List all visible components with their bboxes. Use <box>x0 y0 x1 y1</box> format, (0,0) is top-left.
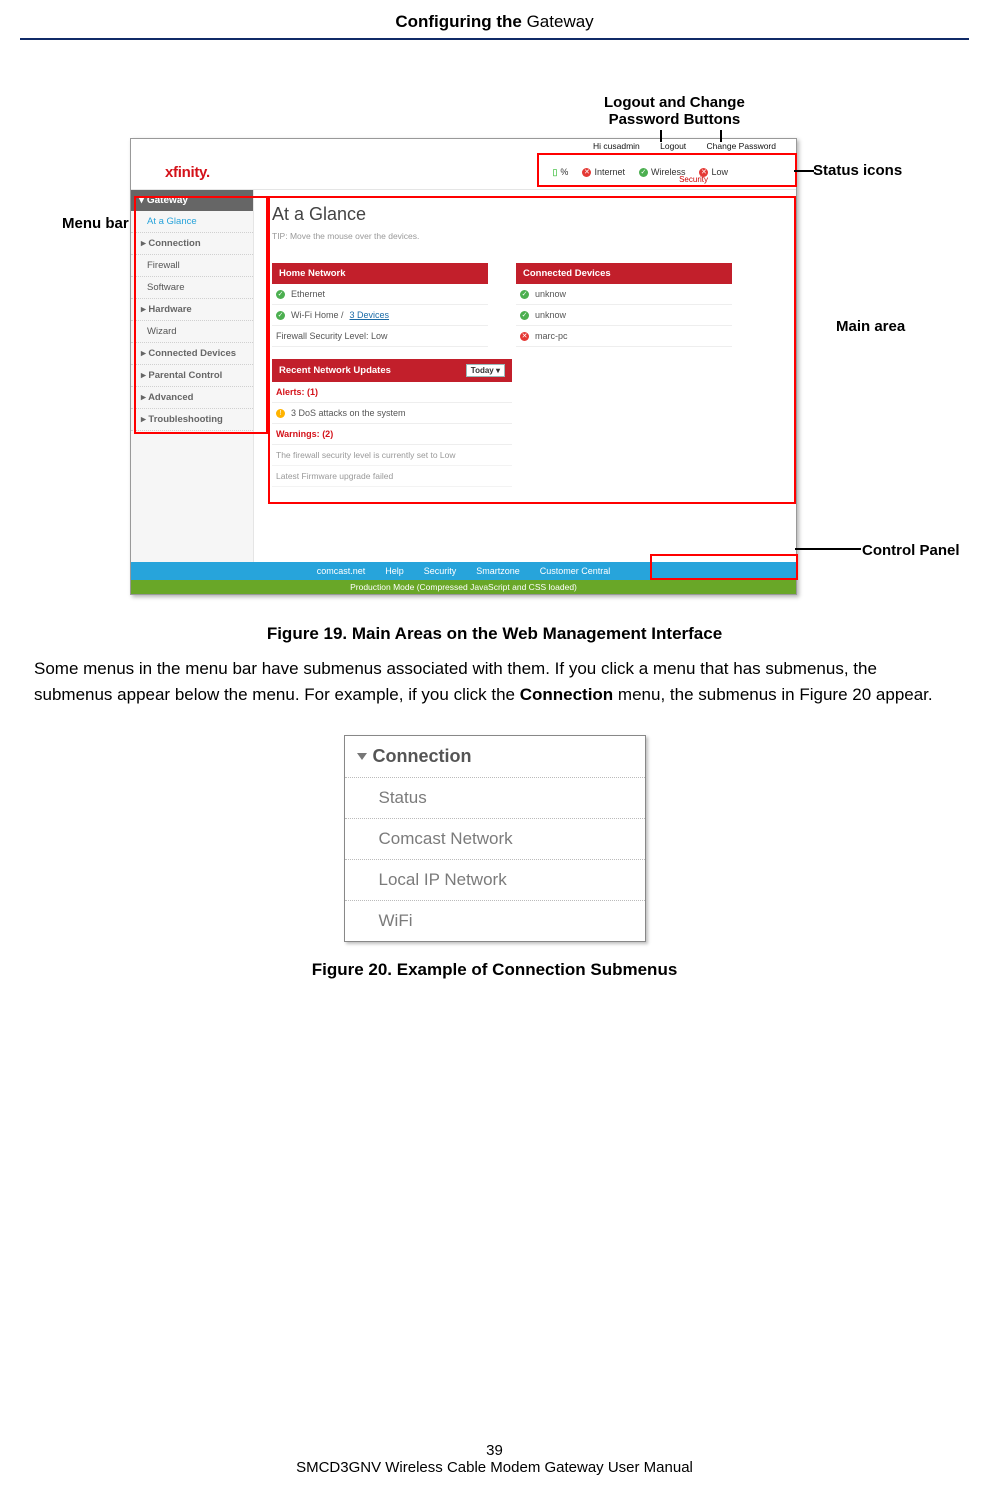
anno-logout: Logout and Change Password Buttons <box>604 94 745 129</box>
cp-comcast[interactable]: comcast.net <box>317 566 366 576</box>
page-footer: 39 SMCD3GNV Wireless Cable Modem Gateway… <box>0 1442 989 1476</box>
body-paragraph: Some menus in the menu bar have submenus… <box>34 656 939 707</box>
sidebar-item-parental-control[interactable]: ▸ Parental Control <box>131 365 253 387</box>
status-bar: ▯% ✕Internet ✓Wireless ✕Low <box>552 160 796 184</box>
hn-ethernet-row: ✓Ethernet <box>272 284 488 305</box>
status-security: Security <box>679 175 708 184</box>
figure-20-caption: Figure 20. Example of Connection Submenu… <box>20 960 969 980</box>
status-internet: ✕Internet <box>582 167 625 177</box>
cp-help[interactable]: Help <box>385 566 404 576</box>
cp-customer-central[interactable]: Customer Central <box>540 566 611 576</box>
anno-status-icons: Status icons <box>813 162 902 179</box>
header-bold: Configuring the <box>395 12 522 31</box>
alert-1: !3 DoS attacks on the system <box>272 403 512 424</box>
cp-smartzone[interactable]: Smartzone <box>476 566 520 576</box>
check-icon: ✓ <box>639 168 648 177</box>
connected-devices-header: Connected Devices <box>516 263 732 284</box>
sidebar-item-firewall[interactable]: Firewall <box>131 255 253 277</box>
status-pct: ▯% <box>552 167 568 178</box>
figure-20-submenu: Connection Status Comcast Network Local … <box>344 735 646 942</box>
submenu-item-wifi[interactable]: WiFi <box>345 901 645 941</box>
main-title: At a Glance <box>272 204 778 225</box>
check-icon: ✓ <box>276 311 285 320</box>
figure-19-container: Logout and Change Password Buttons Statu… <box>20 100 969 620</box>
screenshot: Hi cusadmin Logout Change Password xfini… <box>130 138 797 595</box>
logout-link[interactable]: Logout <box>660 141 686 151</box>
submenu-item-status[interactable]: Status <box>345 778 645 819</box>
control-panel-bar: comcast.net Help Security Smartzone Cust… <box>131 562 796 580</box>
anno-line-status <box>794 170 814 172</box>
anno-main-area: Main area <box>836 318 905 335</box>
hn-firewall-row: Firewall Security Level: Low <box>272 326 488 347</box>
wifi-devices-link[interactable]: 3 Devices <box>350 310 390 320</box>
submenu-item-local-ip-network[interactable]: Local IP Network <box>345 860 645 901</box>
greeting-row: Hi cusadmin Logout Change Password <box>131 139 796 155</box>
sidebar-item-at-a-glance[interactable]: At a Glance <box>131 211 253 233</box>
production-mode-bar: Production Mode (Compressed JavaScript a… <box>131 580 796 594</box>
home-network-panel: Home Network ✓Ethernet ✓Wi-Fi Home / 3 D… <box>272 263 488 347</box>
chevron-down-icon <box>357 753 367 760</box>
sidebar-item-connected-devices[interactable]: ▸ Connected Devices <box>131 343 253 365</box>
cd-row-1: ✓unknow <box>516 284 732 305</box>
warning-icon: ! <box>276 409 285 418</box>
anno-line-control <box>795 548 861 550</box>
connected-devices-panel: Connected Devices ✓unknow ✓unknow ✕marc-… <box>516 263 732 347</box>
page-number: 39 <box>0 1442 989 1459</box>
sidebar-item-connection[interactable]: ▸ Connection <box>131 233 253 255</box>
brand-logo: xfinity. <box>165 164 210 181</box>
cd-row-3: ✕marc-pc <box>516 326 732 347</box>
x-icon: ✕ <box>582 168 591 177</box>
check-icon: ✓ <box>276 290 285 299</box>
submenu-item-comcast-network[interactable]: Comcast Network <box>345 819 645 860</box>
figure-19-caption: Figure 19. Main Areas on the Web Managem… <box>20 624 969 644</box>
check-icon: ✓ <box>520 311 529 320</box>
sidebar-item-hardware[interactable]: ▸ Hardware <box>131 299 253 321</box>
recent-updates-panel: Recent Network Updates Today ▾ Alerts: (… <box>272 359 512 487</box>
cp-security[interactable]: Security <box>424 566 457 576</box>
warning-2: Latest Firmware upgrade failed <box>272 466 512 487</box>
greeting-text: Hi cusadmin <box>593 141 640 151</box>
sidebar-item-wizard[interactable]: Wizard <box>131 321 253 343</box>
anno-line-logout-2 <box>720 130 722 142</box>
home-network-header: Home Network <box>272 263 488 284</box>
anno-line-logout-1 <box>660 130 662 142</box>
sidebar: ▾ Gateway At a Glance ▸ Connection Firew… <box>131 190 254 566</box>
brand-row: xfinity. ▯% ✕Internet ✓Wireless ✕Low Sec… <box>131 155 796 190</box>
x-icon: ✕ <box>520 332 529 341</box>
sidebar-item-advanced[interactable]: ▸ Advanced <box>131 387 253 409</box>
sidebar-item-software[interactable]: Software <box>131 277 253 299</box>
anno-menu-bar: Menu bar <box>62 215 129 232</box>
warning-1: The firewall security level is currently… <box>272 445 512 466</box>
header-rule <box>20 38 969 40</box>
submenu-header[interactable]: Connection <box>345 736 645 778</box>
main-area: At a Glance TIP: Move the mouse over the… <box>254 190 796 566</box>
sidebar-header[interactable]: ▾ Gateway <box>131 190 253 211</box>
cd-row-2: ✓unknow <box>516 305 732 326</box>
recent-header: Recent Network Updates Today ▾ <box>272 359 512 382</box>
page-header: Configuring the Gateway <box>20 12 969 32</box>
alerts-label-row: Alerts: (1) <box>272 382 512 403</box>
warnings-label-row: Warnings: (2) <box>272 424 512 445</box>
sidebar-item-troubleshooting[interactable]: ▸ Troubleshooting <box>131 409 253 431</box>
hn-wifi-row: ✓Wi-Fi Home / 3 Devices <box>272 305 488 326</box>
recent-period-select[interactable]: Today ▾ <box>466 364 505 377</box>
manual-title: SMCD3GNV Wireless Cable Modem Gateway Us… <box>0 1459 989 1476</box>
tip-text: TIP: Move the mouse over the devices. <box>272 231 778 241</box>
change-password-link[interactable]: Change Password <box>707 141 776 151</box>
check-icon: ✓ <box>520 290 529 299</box>
anno-control-panel: Control Panel <box>862 542 960 559</box>
